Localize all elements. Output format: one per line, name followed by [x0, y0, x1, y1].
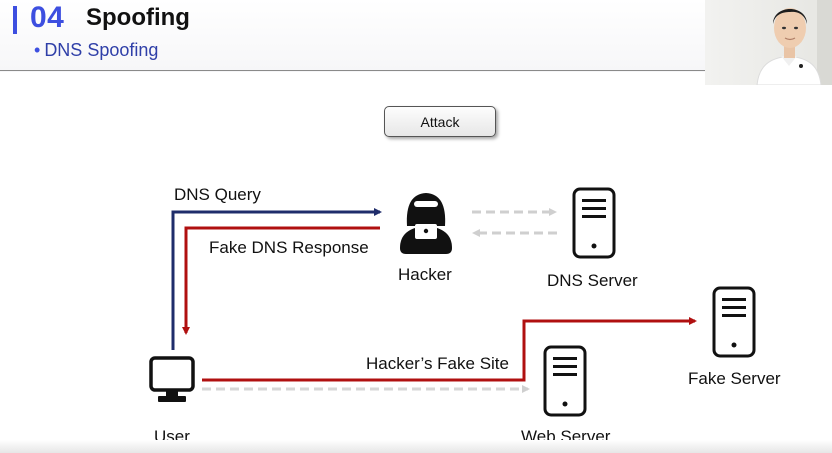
hackers-fake-site-label: Hacker’s Fake Site [366, 354, 509, 373]
dns-server-label: DNS Server [547, 271, 638, 290]
user-monitor-icon [149, 356, 195, 402]
hacker-icon [400, 193, 452, 254]
fake-dns-response-label: Fake DNS Response [209, 238, 369, 257]
footer-band [0, 440, 832, 453]
dns-query-label: DNS Query [174, 185, 261, 204]
dns-query-arrow [171, 208, 382, 350]
hacker-label: Hacker [398, 265, 452, 284]
dns-server-icon [572, 187, 616, 259]
web-server-icon [543, 345, 587, 417]
fake-server-label: Fake Server [688, 369, 781, 388]
fake-server-icon [712, 286, 756, 358]
